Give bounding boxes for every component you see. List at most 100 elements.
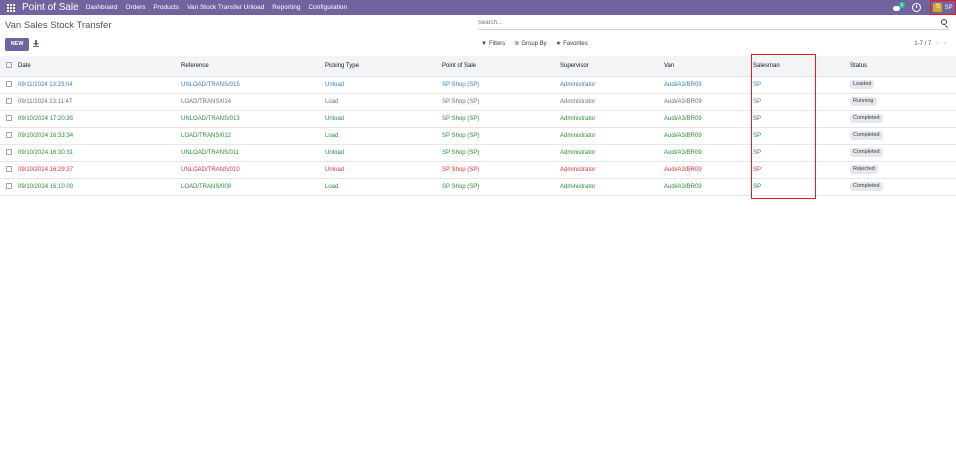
cell-picking-type: Unload (325, 115, 345, 122)
cell-supervisor: Administrator (560, 98, 596, 105)
chevron-right-icon[interactable]: › (944, 40, 946, 47)
column-header-reference[interactable]: Reference (175, 56, 319, 77)
chevron-left-icon[interactable]: ‹ (936, 40, 938, 47)
group-by-label: Group By (521, 40, 547, 47)
table-row[interactable]: 09/10/2024 17:20:35 UNLOAD/TRANS/013 Unloa… (0, 110, 956, 127)
select-all-checkbox[interactable] (0, 56, 12, 77)
status-badge: Loaded (850, 80, 875, 89)
cell-reference: LOAD/TRANS/009 (181, 183, 232, 190)
menu-item-configuration[interactable]: Configuration (308, 4, 347, 11)
cell-point-of-sale: SP Shop (SP) (442, 149, 480, 156)
status-badge: Rejected (850, 165, 878, 174)
row-checkbox[interactable] (0, 110, 12, 127)
apps-grid-icon[interactable] (3, 0, 19, 15)
cell-point-of-sale: SP Shop (SP) (442, 115, 480, 122)
cell-status: Running (844, 93, 956, 110)
row-checkbox[interactable] (0, 93, 12, 110)
cell-supervisor: Administrator (560, 183, 596, 190)
cell-picking-type: Load (325, 98, 339, 105)
cell-date: 09/11/2024 13:23:04 (18, 81, 73, 88)
user-menu[interactable]: S SP (930, 0, 956, 15)
main-menu: Dashboard Orders Products Van Stock Tran… (86, 4, 355, 11)
menu-item-van-stock-transfer-unload[interactable]: Van Stock Transfer Unload (187, 4, 264, 11)
menu-item-reporting[interactable]: Reporting (272, 4, 300, 11)
user-name: SP (944, 4, 953, 11)
table-row[interactable]: 09/10/2024 16:29:37 UNLOAD/TRANS/010 Unloa… (0, 161, 956, 178)
column-header-point-of-sale[interactable]: Point of Sale (436, 56, 554, 77)
table-header: Date Reference Picking Type Point of Sal… (0, 56, 956, 77)
table-row[interactable]: 09/10/2024 16:10:00 LOAD/TRANS/009 Load SP … (0, 178, 956, 195)
row-checkbox[interactable] (0, 144, 12, 161)
filters-button[interactable]: ▼ Filters (481, 41, 505, 47)
cell-reference: UNLOAD/TRANS/011 (181, 149, 240, 156)
chat-icon[interactable]: 2 (892, 1, 905, 13)
pager-value[interactable]: 1-7 / 7 (914, 41, 931, 47)
top-navbar: Point of Sale Dashboard Orders Products … (0, 0, 956, 15)
cell-date: 09/10/2024 16:33:34 (18, 132, 74, 139)
column-header-picking-type[interactable]: Picking Type (319, 56, 436, 77)
cell-supervisor: Administrator (560, 166, 596, 173)
table-row[interactable]: 09/10/2024 16:33:34 LOAD/TRANS/012 Load SP … (0, 127, 956, 144)
navbar-systray: 2 S SP (892, 0, 956, 15)
row-checkbox[interactable] (0, 178, 12, 195)
filters-label: Filters (488, 40, 506, 47)
table-row[interactable]: 09/10/2024 16:30:31 UNLOAD/TRANS/011 Unloa… (0, 144, 956, 161)
cell-supervisor: Administrator (560, 149, 596, 156)
list-view: Date Reference Picking Type Point of Sal… (0, 56, 956, 196)
cell-van: Audi/A3/BR09 (664, 81, 702, 88)
cell-reference: UNLOAD/TRANS/013 (181, 115, 240, 122)
cell-picking-type: Unload (325, 149, 345, 156)
cell-van: Audi/A3/BR09 (664, 183, 702, 190)
row-checkbox[interactable] (0, 76, 12, 93)
cell-status: Completed (844, 178, 956, 195)
row-checkbox[interactable] (0, 127, 12, 144)
cell-point-of-sale: SP Shop (SP) (442, 183, 480, 190)
pager: 1-7 / 7 ‹ › (914, 40, 946, 47)
cell-supervisor: Administrator (560, 115, 596, 122)
transfer-table: Date Reference Picking Type Point of Sal… (0, 56, 956, 196)
app-title[interactable]: Point of Sale (22, 2, 79, 13)
status-badge: Completed (850, 131, 883, 140)
column-header-status[interactable]: Status (844, 56, 956, 77)
cell-status: Completed (844, 127, 956, 144)
favorites-button[interactable]: ★ Favorites (556, 40, 588, 48)
cell-van: Audi/A3/BR09 (664, 132, 702, 139)
cell-point-of-sale: SP Shop (SP) (442, 98, 480, 105)
clock-icon[interactable] (912, 3, 921, 12)
status-badge: Completed (850, 148, 883, 157)
cell-salesman: SP (753, 183, 762, 190)
search-input[interactable] (478, 17, 928, 29)
menu-item-dashboard[interactable]: Dashboard (86, 4, 118, 11)
cell-van: Audi/A3/BR09 (664, 149, 702, 156)
column-header-van[interactable]: Van (658, 56, 747, 77)
cell-status: Rejected (844, 161, 956, 178)
column-header-supervisor[interactable]: Supervisor (554, 56, 658, 77)
cell-date: 09/11/2024 13:11:47 (18, 98, 73, 105)
cell-point-of-sale: SP Shop (SP) (442, 166, 480, 173)
column-header-date[interactable]: Date (12, 56, 175, 77)
menu-item-products[interactable]: Products (153, 4, 179, 11)
table-row[interactable]: 09/11/2024 13:11:47 LOAD/TRANS/014 Load SP … (0, 93, 956, 110)
status-badge: Completed (850, 114, 883, 123)
column-header-salesman[interactable]: Salesman (747, 56, 844, 77)
cell-point-of-sale: SP Shop (SP) (442, 81, 480, 88)
cell-van: Audi/A3/BR09 (664, 115, 702, 122)
cell-van: Audi/A3/BR09 (664, 166, 702, 173)
cell-supervisor: Administrator (560, 81, 596, 88)
cell-reference: UNLOAD/TRANS/010 (181, 166, 240, 173)
download-icon[interactable] (33, 40, 39, 47)
new-button[interactable]: NEW (5, 38, 29, 51)
search-icon[interactable] (941, 19, 947, 25)
cell-status: Completed (844, 110, 956, 127)
cell-supervisor: Administrator (560, 132, 596, 139)
group-by-button[interactable]: ≋ Group By (514, 40, 547, 48)
control-panel: Van Sales Stock Transfer NEW ▼Filters ≋G… (0, 15, 956, 56)
cell-reference: LOAD/TRANS/012 (181, 132, 232, 139)
menu-item-orders[interactable]: Orders (126, 4, 146, 11)
cell-picking-type: Load (325, 183, 339, 190)
cell-salesman: SP (753, 81, 762, 88)
cell-salesman: SP (753, 132, 762, 139)
row-checkbox[interactable] (0, 161, 12, 178)
cell-picking-type: Load (325, 132, 339, 139)
table-row[interactable]: 09/11/2024 13:23:04 UNLOAD/TRANS/015 Unloa… (0, 76, 956, 93)
